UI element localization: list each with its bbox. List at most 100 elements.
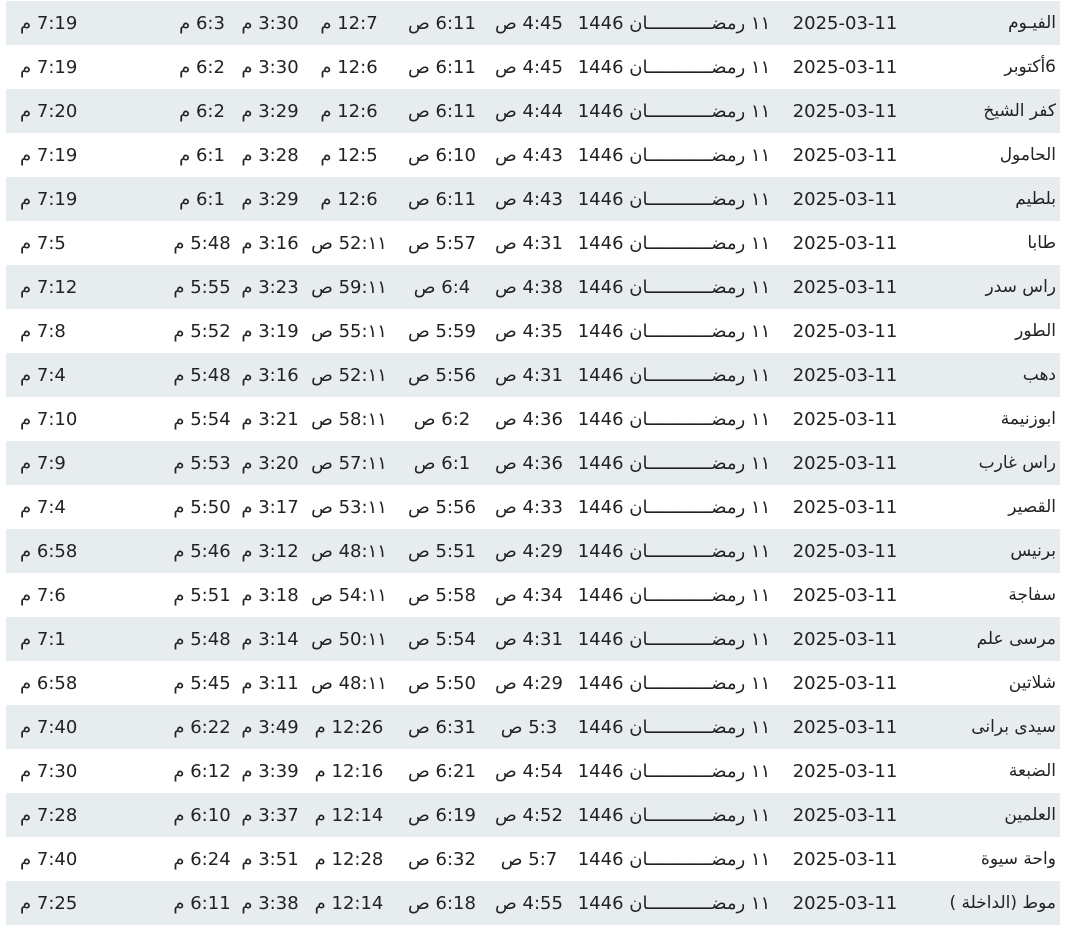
imsak-time-cell: 4:35 ص — [495, 320, 563, 342]
isha-time-cell: 7:30 م — [20, 760, 78, 782]
hijri-date-cell: ١١ رمضــــــــــــان 1446 — [568, 705, 780, 749]
isha-time-cell: 7:1 م — [6, 617, 168, 661]
city-cell: العلمين — [910, 793, 1060, 837]
maghrib-time-cell: 5:54 م — [173, 408, 231, 430]
dhuhr-time-cell: 12:7 م — [304, 1, 394, 45]
asr-time-cell: 3:19 م — [241, 320, 299, 342]
table-row: واحة سيوة 2025-03-11 ١١ رمضــــــــــــان … — [6, 837, 1060, 881]
city-cell: برنيس — [910, 529, 1060, 573]
imsak-time-cell: 4:31 ص — [495, 232, 563, 254]
gregorian-date-cell: 2025-03-11 — [792, 584, 898, 606]
dhuhr-time-cell: ١١:52 ص — [311, 232, 387, 254]
gregorian-date-cell: 2025-03-11 — [780, 881, 910, 925]
imsak-time-cell: 4:29 ص — [490, 529, 568, 573]
maghrib-time-cell: 5:46 م — [168, 529, 236, 573]
table-row: ابوزنيمة 2025-03-11 ١١ رمضــــــــــــان 1… — [6, 397, 1060, 441]
city-cell: راس سدر — [910, 265, 1060, 309]
asr-time-cell: 3:23 م — [236, 265, 304, 309]
fajr-time-cell: 6:21 ص — [408, 760, 476, 782]
imsak-time-cell: 4:31 ص — [490, 617, 568, 661]
city-cell: طابا — [1027, 233, 1056, 253]
fajr-time-cell: 5:56 ص — [408, 496, 476, 518]
imsak-time-cell: 4:38 ص — [490, 265, 568, 309]
table-row: سفاجة 2025-03-11 ١١ رمضــــــــــــان 1446… — [6, 573, 1060, 617]
hijri-date-cell: ١١ رمضــــــــــــان 1446 — [568, 89, 780, 133]
maghrib-time-cell: 6:1 م — [168, 177, 236, 221]
table-row: الضبعة 2025-03-11 ١١ رمضــــــــــــان 144… — [6, 749, 1060, 793]
asr-time-cell: 3:37 م — [236, 793, 304, 837]
isha-time-cell: 7:10 م — [20, 408, 78, 430]
maghrib-time-cell: 6:11 م — [168, 881, 236, 925]
asr-time-cell: 3:18 م — [241, 584, 299, 606]
hijri-date-cell: ١١ رمضــــــــــــان 1446 — [568, 881, 780, 925]
hijri-date-cell: ١١ رمضــــــــــــان 1446 — [568, 793, 780, 837]
fajr-time-cell: 5:50 ص — [408, 672, 476, 694]
maghrib-time-cell: 6:12 م — [173, 760, 231, 782]
dhuhr-time-cell: ١١:48 ص — [304, 529, 394, 573]
isha-time-cell: 7:40 م — [20, 848, 78, 870]
hijri-date-cell: ١١ رمضــــــــــــان 1446 — [577, 496, 771, 518]
hijri-date-cell: ١١ رمضــــــــــــان 1446 — [568, 617, 780, 661]
gregorian-date-cell: 2025-03-11 — [792, 848, 898, 870]
asr-time-cell: 3:29 م — [236, 89, 304, 133]
table-row: سيدى برانى 2025-03-11 ١١ رمضــــــــــــان… — [6, 705, 1060, 749]
isha-time-cell: 7:12 م — [6, 265, 168, 309]
fajr-time-cell: 6:2 ص — [413, 408, 471, 430]
isha-time-cell: 7:4 م — [6, 353, 168, 397]
imsak-time-cell: 4:31 ص — [490, 353, 568, 397]
prayer-times-table-wrapper: الفيـوم 2025-03-11 ١١ رمضــــــــــــان 14… — [6, 1, 1060, 927]
imsak-time-cell: 4:36 ص — [495, 408, 563, 430]
dhuhr-time-cell: ١١:58 ص — [311, 408, 387, 430]
asr-time-cell: 3:30 م — [236, 1, 304, 45]
maghrib-time-cell: 5:53 م — [168, 441, 236, 485]
asr-time-cell: 3:49 م — [236, 705, 304, 749]
fajr-time-cell: 6:11 ص — [394, 1, 490, 45]
maghrib-time-cell: 5:48 م — [168, 353, 236, 397]
maghrib-time-cell: 6:24 م — [173, 848, 231, 870]
table-row: دهب 2025-03-11 ١١ رمضــــــــــــان 1446 4:… — [6, 353, 1060, 397]
fajr-time-cell: 6:11 ص — [394, 89, 490, 133]
gregorian-date-cell: 2025-03-11 — [792, 672, 898, 694]
city-cell: سفاجة — [1008, 585, 1056, 605]
asr-time-cell: 3:12 م — [236, 529, 304, 573]
fajr-time-cell: 6:1 ص — [394, 441, 490, 485]
city-cell: راس غارب — [910, 441, 1060, 485]
hijri-date-cell: ١١ رمضــــــــــــان 1446 — [577, 320, 771, 342]
hijri-date-cell: ١١ رمضــــــــــــان 1446 — [568, 441, 780, 485]
dhuhr-time-cell: 12:6 م — [320, 56, 378, 78]
gregorian-date-cell: 2025-03-11 — [780, 1, 910, 45]
maghrib-time-cell: 6:2 م — [168, 89, 236, 133]
dhuhr-time-cell: 12:5 م — [320, 144, 378, 166]
imsak-time-cell: 5:7 ص — [500, 848, 558, 870]
hijri-date-cell: ١١ رمضــــــــــــان 1446 — [577, 584, 771, 606]
table-row: الحامول 2025-03-11 ١١ رمضــــــــــــان 14… — [6, 133, 1060, 177]
imsak-time-cell: 4:44 ص — [490, 89, 568, 133]
hijri-date-cell: ١١ رمضــــــــــــان 1446 — [568, 1, 780, 45]
imsak-time-cell: 4:45 ص — [495, 56, 563, 78]
imsak-time-cell: 4:33 ص — [495, 496, 563, 518]
dhuhr-time-cell: 12:26 م — [304, 705, 394, 749]
table-row: الطور 2025-03-11 ١١ رمضــــــــــــان 1446… — [6, 309, 1060, 353]
hijri-date-cell: ١١ رمضــــــــــــان 1446 — [568, 353, 780, 397]
isha-time-cell: 7:25 م — [6, 881, 168, 925]
table-row: بلطيم 2025-03-11 ١١ رمضــــــــــــان 1446… — [6, 177, 1060, 221]
fajr-time-cell: 6:11 ص — [394, 177, 490, 221]
city-cell: الفيـوم — [910, 1, 1060, 45]
gregorian-date-cell: 2025-03-11 — [792, 760, 898, 782]
gregorian-date-cell: 2025-03-11 — [780, 177, 910, 221]
asr-time-cell: 3:16 م — [241, 232, 299, 254]
gregorian-date-cell: 2025-03-11 — [780, 89, 910, 133]
fajr-time-cell: 6:19 ص — [394, 793, 490, 837]
table-row: مرسى علم 2025-03-11 ١١ رمضــــــــــــان 1… — [6, 617, 1060, 661]
table-row: شلاتين 2025-03-11 ١١ رمضــــــــــــان 144… — [6, 661, 1060, 705]
city-cell: 6أكتوبر — [1004, 57, 1056, 77]
gregorian-date-cell: 2025-03-11 — [780, 705, 910, 749]
maghrib-time-cell: 6:22 م — [168, 705, 236, 749]
hijri-date-cell: ١١ رمضــــــــــــان 1446 — [568, 529, 780, 573]
table-row: العلمين 2025-03-11 ١١ رمضــــــــــــان 14… — [6, 793, 1060, 837]
hijri-date-cell: ١١ رمضــــــــــــان 1446 — [577, 848, 771, 870]
maghrib-time-cell: 5:55 م — [168, 265, 236, 309]
city-cell: بلطيم — [910, 177, 1060, 221]
maghrib-time-cell: 5:48 م — [168, 617, 236, 661]
city-cell: الحامول — [999, 145, 1056, 165]
